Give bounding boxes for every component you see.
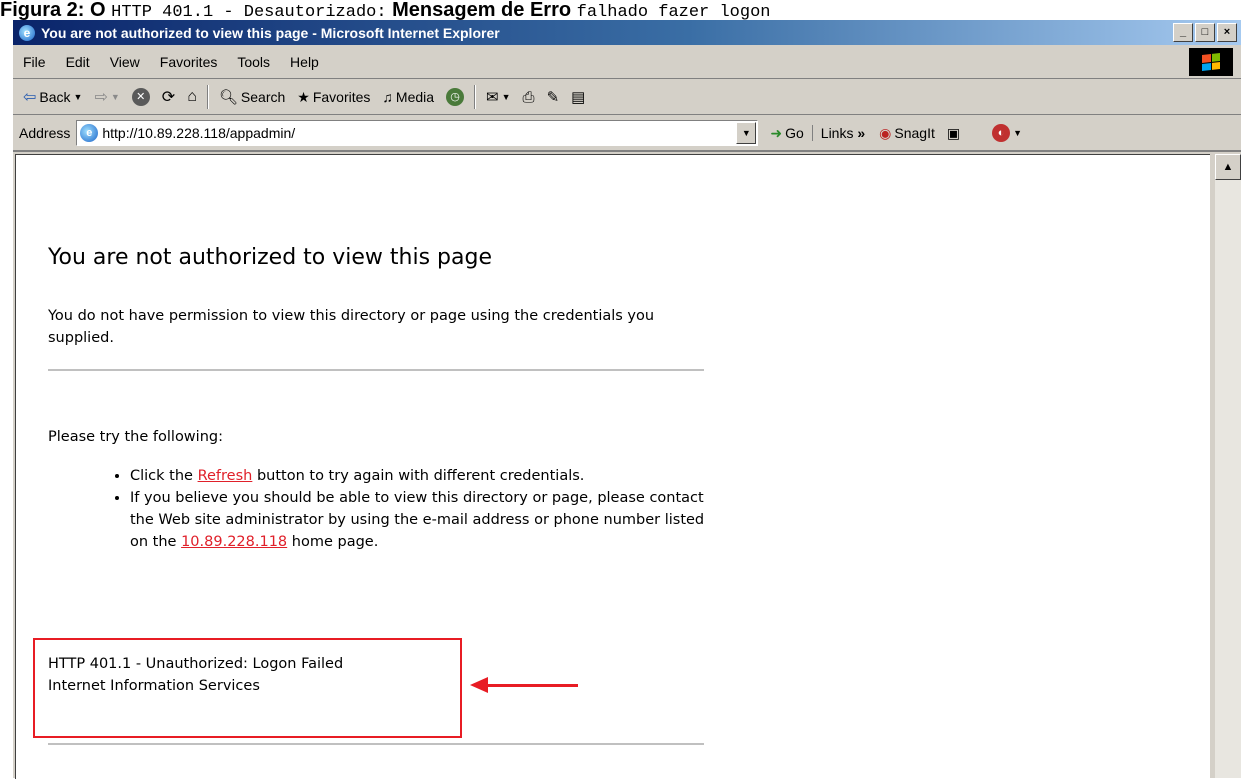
back-button[interactable]: ⇦ Back ▼ [17,87,88,107]
caption-middle: Mensagem de Erro [386,0,577,20]
item1-post: button to try again with different crede… [252,468,585,484]
title-bar[interactable]: e You are not authorized to view this pa… [13,20,1241,45]
mail-dropdown-icon[interactable]: ▼ [502,92,511,102]
snagit-capture-button[interactable]: ▣ [941,125,966,142]
annotation-highlight-box [33,638,462,738]
menu-bar: File Edit View Favorites Tools Help [13,46,1241,79]
search-label: Search [240,89,286,105]
mail-button[interactable]: ✉ ▼ [480,88,517,106]
caption-code-1: HTTP 401.1 - Desautorizado: [111,3,387,20]
links-label: Links [820,125,854,141]
toolbar-separator [206,85,209,109]
refresh-button[interactable]: ⟳ [156,87,181,107]
edit-button[interactable]: ✎ [541,88,566,106]
forward-button[interactable]: ⇨ ▼ [88,87,125,107]
divider [48,369,704,371]
address-url[interactable]: http://10.89.228.118/appadmin/ [102,125,736,141]
list-item: Click the Refresh button to try again wi… [130,465,710,487]
minimize-button[interactable]: _ [1173,23,1193,42]
home-page-link[interactable]: 10.89.228.118 [181,534,287,550]
messenger-icon: ◐ [992,124,1011,142]
try-label: Please try the following: [48,429,223,445]
list-item: If you believe you should be able to vie… [130,487,710,553]
vertical-scrollbar[interactable]: ▲ [1215,154,1241,778]
search-icon: 🔍︎ [218,89,238,106]
back-label: Back [39,89,71,105]
print-button[interactable]: ⎙ [517,89,541,106]
window-title: You are not authorized to view this page… [41,24,500,41]
media-label: Media [395,89,435,105]
history-icon: ◷ [446,88,465,106]
intro-text: You do not have permission to view this … [48,308,655,346]
go-label: Go [785,125,804,141]
ie-icon: e [19,24,35,41]
address-input[interactable]: e http://10.89.228.118/appadmin/ ▼ [76,120,759,146]
history-button[interactable]: ◷ [440,88,470,106]
favorites-label: Favorites [312,89,371,105]
divider [48,743,704,745]
go-button[interactable]: ➜ Go [758,125,811,142]
chevron-icon: » [857,125,866,141]
back-dropdown-icon[interactable]: ▼ [74,92,83,102]
messenger-dropdown-icon[interactable]: ▼ [1013,128,1022,138]
menu-tools[interactable]: Tools [227,54,280,70]
menu-view[interactable]: View [100,54,150,70]
back-arrow-icon: ⇦ [23,89,37,106]
page-title: You are not authorized to view this page [48,245,492,270]
annotation-arrow-line [486,684,578,687]
snagit-button[interactable]: ◉ SnagIt [873,125,941,142]
address-bar: Address e http://10.89.228.118/appadmin/… [13,116,1241,152]
toolbar-separator [474,85,477,109]
menu-edit[interactable]: Edit [56,54,100,70]
menu-favorites[interactable]: Favorites [150,54,228,70]
stop-button[interactable]: ✕ [126,88,156,106]
item2-post: home page. [287,534,379,550]
address-dropdown-icon[interactable]: ▼ [736,122,757,144]
media-icon: ♫ [382,89,393,105]
forward-dropdown-icon[interactable]: ▼ [111,92,120,102]
snagit-label: SnagIt [894,125,935,141]
maximize-button[interactable]: □ [1195,23,1215,42]
favorites-icon: ★ [297,88,310,105]
caption-prefix: Figura 2: O [0,0,112,20]
discuss-button[interactable]: ▤ [565,88,591,106]
go-arrow-icon: ➜ [770,124,783,141]
windows-logo-icon [1189,48,1233,76]
menu-help[interactable]: Help [280,54,329,70]
home-icon: ⌂ [187,88,197,105]
menu-file[interactable]: File [13,54,56,70]
suggestions-list: Click the Refresh button to try again wi… [48,465,710,553]
links-button[interactable]: Links » [811,125,873,141]
figure-caption: Figura 2: O HTTP 401.1 - Desautorizado: … [0,0,1241,20]
standard-toolbar: ⇦ Back ▼ ⇨ ▼ ✕ ⟳ ⌂ 🔍︎ Search ★ Favorites… [13,80,1241,115]
address-label: Address [19,125,71,141]
page-icon: e [80,124,99,142]
refresh-icon: ⟳ [161,89,176,106]
home-button[interactable]: ⌂ [181,88,203,106]
caption-code-2: falhado fazer logon [576,3,771,20]
messenger-button[interactable]: ◐ ▼ [986,124,1028,142]
capture-icon: ▣ [946,124,961,141]
discuss-icon: ▤ [571,89,586,106]
mail-icon: ✉ [486,89,499,106]
stop-icon: ✕ [131,88,150,106]
edit-icon: ✎ [546,89,560,106]
media-button[interactable]: ♫ Media [376,89,440,105]
forward-arrow-icon: ⇨ [94,89,108,106]
snagit-icon: ◉ [879,124,892,141]
search-button[interactable]: 🔍︎ Search [213,88,291,106]
close-button[interactable]: × [1217,23,1237,42]
scroll-up-icon[interactable]: ▲ [1215,154,1241,180]
favorites-button[interactable]: ★ Favorites [291,89,376,106]
item1-pre: Click the [130,468,198,484]
print-icon: ⎙ [522,88,535,106]
refresh-link[interactable]: Refresh [198,468,253,484]
